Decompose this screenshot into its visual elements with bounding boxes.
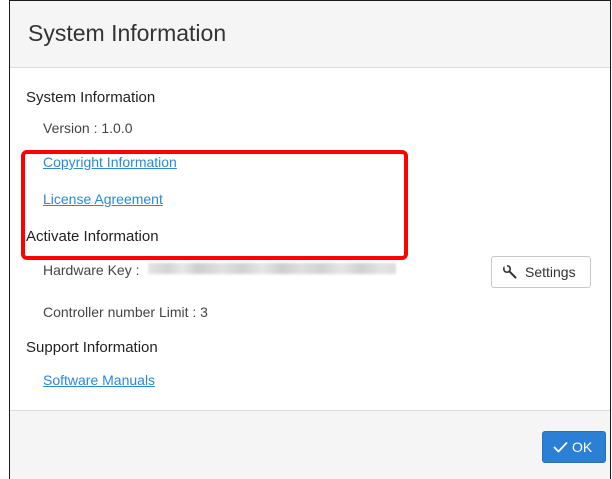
hardware-key-label: Hardware Key : bbox=[43, 262, 140, 278]
license-agreement-link[interactable]: License Agreement bbox=[43, 191, 163, 207]
copyright-information-link[interactable]: Copyright Information bbox=[43, 154, 177, 170]
dialog-title: System Information bbox=[28, 20, 227, 46]
version-text: Version : 1.0.0 bbox=[43, 120, 133, 136]
settings-button-label: Settings bbox=[525, 264, 576, 280]
ok-button-label: OK bbox=[572, 439, 593, 455]
system-information-heading: System Information bbox=[26, 89, 156, 106]
support-information-heading: Support Information bbox=[26, 339, 158, 356]
settings-button[interactable]: Settings bbox=[491, 256, 591, 288]
dialog-body: System Information Version : 1.0.0 Copyr… bbox=[10, 68, 610, 410]
system-information-dialog: System Information System Information Ve… bbox=[9, 0, 611, 479]
ok-button[interactable]: OK bbox=[542, 431, 606, 463]
activate-information-heading: Activate Information bbox=[26, 228, 159, 245]
software-manuals-link[interactable]: Software Manuals bbox=[43, 372, 155, 388]
controller-number-limit-text: Controller number Limit : 3 bbox=[43, 304, 208, 320]
dialog-footer bbox=[10, 410, 610, 479]
dialog-header: System Information bbox=[10, 1, 610, 68]
check-icon bbox=[553, 440, 568, 455]
hardware-key-value bbox=[148, 263, 396, 274]
wrench-icon bbox=[502, 264, 518, 280]
